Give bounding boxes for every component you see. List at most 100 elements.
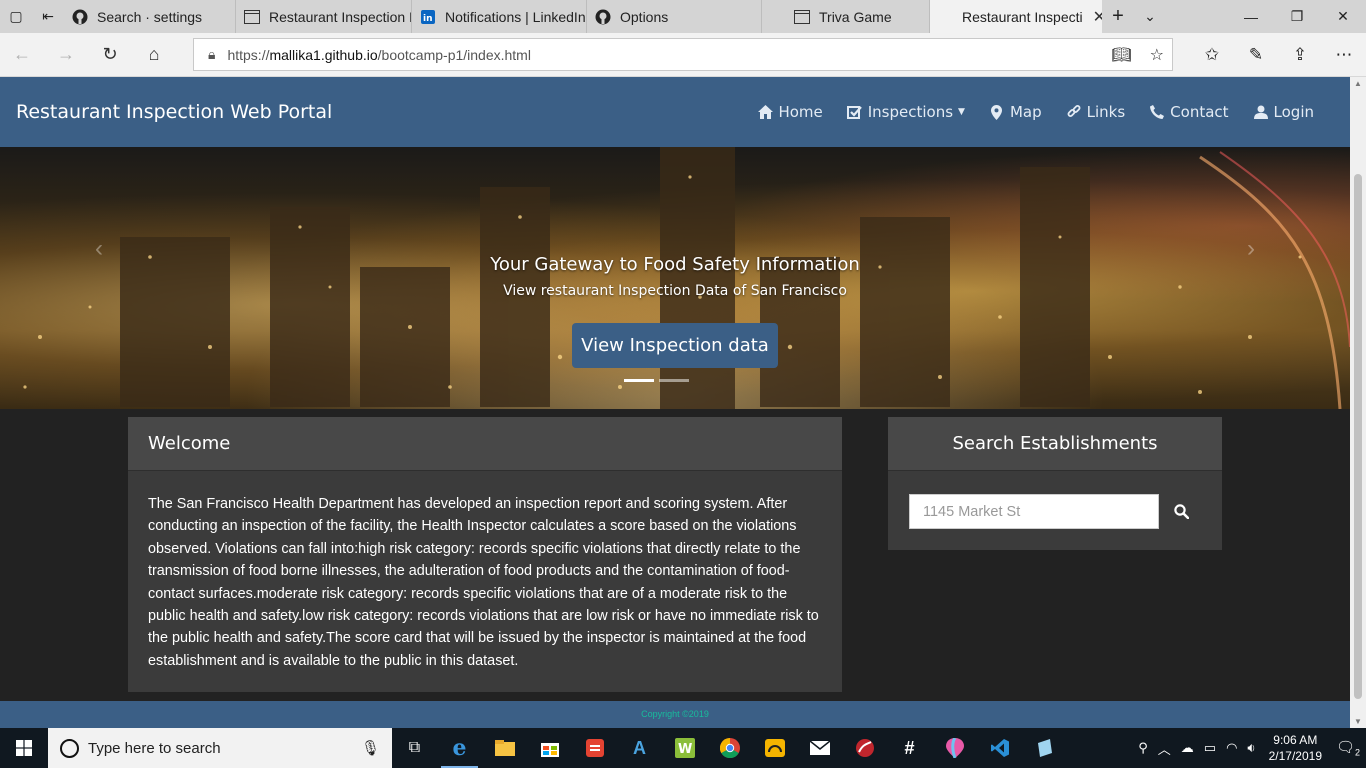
- nav-map[interactable]: Map: [977, 103, 1054, 121]
- taskbar-search-box[interactable]: Type here to search 🎙︎: [48, 728, 392, 768]
- tab-linkedin[interactable]: in Notifications | LinkedIn: [412, 0, 587, 33]
- set-aside-tabs-icon[interactable]: ⇤: [32, 0, 64, 33]
- welcome-heading: Welcome: [128, 417, 842, 471]
- forward-arrow-icon[interactable]: →: [44, 33, 88, 77]
- file-explorer-icon[interactable]: [482, 728, 527, 768]
- linkedin-icon: in: [420, 9, 436, 25]
- edge-browser-icon[interactable]: e: [437, 728, 482, 768]
- tab-trivia-game[interactable]: Triva Game: [762, 0, 930, 33]
- nav-home-label: Home: [778, 103, 823, 121]
- close-window-icon[interactable]: ✕: [1320, 0, 1366, 33]
- nav-login[interactable]: Login: [1241, 103, 1326, 121]
- lock-icon: 🔒︎: [208, 46, 216, 62]
- site-footer: Copyright ©2019: [0, 701, 1350, 728]
- link-icon: [1066, 104, 1082, 120]
- address-bar-row: ← → ↻ ⌂ 🔒︎ https://mallika1.github.io/bo…: [0, 33, 1366, 77]
- notification-count: 2: [1355, 747, 1361, 758]
- site-brand[interactable]: Restaurant Inspection Web Portal: [16, 101, 332, 123]
- show-hidden-icons-chevron-icon[interactable]: ︿: [1153, 739, 1176, 758]
- url-scheme: https://: [227, 46, 270, 63]
- store-icon[interactable]: [527, 728, 572, 768]
- microphone-icon[interactable]: 🎙︎: [361, 739, 380, 757]
- wifi-icon[interactable]: ◠: [1221, 740, 1242, 756]
- nav-contact[interactable]: Contact: [1137, 103, 1240, 121]
- welcome-text: The San Francisco Health Department has …: [148, 496, 819, 669]
- reading-view-icon[interactable]: 📖︎: [1111, 45, 1131, 65]
- wunderlist-icon[interactable]: W: [662, 728, 707, 768]
- github-icon: [595, 9, 611, 25]
- people-icon[interactable]: ⚲: [1133, 740, 1153, 756]
- tab-restaurant-inspection[interactable]: Restaurant Inspection D: [236, 0, 412, 33]
- chrome-icon[interactable]: [707, 728, 752, 768]
- page-scrollbar[interactable]: ▲ ▼: [1350, 77, 1366, 728]
- page-icon: [244, 9, 260, 25]
- search-icon[interactable]: [1164, 494, 1198, 529]
- svg-text:W: W: [678, 742, 692, 757]
- hero-subtitle: View restaurant Inspection Data of San F…: [503, 283, 847, 299]
- slack-icon[interactable]: #: [887, 728, 932, 768]
- nav-links: Home Inspections ▼ Map Links Contact Log…: [745, 103, 1326, 121]
- nav-contact-label: Contact: [1170, 103, 1229, 121]
- taskbar-search-placeholder: Type here to search: [88, 739, 221, 757]
- web-note-pen-icon[interactable]: ✎: [1234, 45, 1278, 65]
- refresh-icon[interactable]: ↻: [88, 33, 132, 77]
- vscode-icon[interactable]: [977, 728, 1022, 768]
- notepad-icon[interactable]: [1022, 728, 1067, 768]
- scroll-up-icon[interactable]: ▲: [1350, 79, 1366, 88]
- close-tab-icon[interactable]: ✕: [1093, 7, 1102, 27]
- more-menu-icon[interactable]: ⋯: [1322, 45, 1366, 65]
- tab-active-restaurant[interactable]: Restaurant Inspecti ✕: [930, 0, 1102, 33]
- nav-inspections-dropdown[interactable]: Inspections ▼: [835, 103, 977, 121]
- site-navbar: Restaurant Inspection Web Portal Home In…: [0, 77, 1350, 147]
- task-view-icon[interactable]: ⧉: [392, 728, 437, 768]
- scrollbar-thumb[interactable]: [1354, 174, 1362, 699]
- onedrive-cloud-icon[interactable]: ☁: [1176, 740, 1199, 756]
- favorites-hub-icon[interactable]: ✩: [1190, 45, 1234, 65]
- carousel-indicator-2[interactable]: [659, 379, 689, 382]
- hero-carousel: ‹ › Your Gateway to Food Safety Informat…: [0, 147, 1350, 409]
- checkbox-icon: [847, 104, 863, 120]
- restore-icon[interactable]: ❐: [1274, 0, 1320, 33]
- caret-down-icon: ▼: [958, 107, 965, 117]
- battery-icon[interactable]: ▭: [1199, 740, 1221, 756]
- tab-label: Triva Game: [819, 8, 892, 25]
- carousel-indicators: [624, 379, 689, 382]
- tab-label: Restaurant Inspecti: [962, 8, 1083, 25]
- nav-links-item[interactable]: Links: [1054, 103, 1138, 121]
- todoist-icon[interactable]: [572, 728, 617, 768]
- browser-tab-bar: ▢ ⇤ Search · settings Restaurant Inspect…: [0, 0, 1366, 33]
- clock-date: 2/17/2019: [1268, 749, 1322, 763]
- carousel-indicator-1[interactable]: [624, 379, 654, 382]
- tab-overview-icon[interactable]: ▢: [0, 0, 32, 33]
- map-marker-icon: [989, 104, 1005, 120]
- tab-github-search[interactable]: Search · settings: [64, 0, 236, 33]
- action-center-icon[interactable]: 🗨︎2: [1330, 738, 1366, 758]
- tab-label: Search · settings: [97, 8, 203, 25]
- home-icon[interactable]: ⌂: [132, 33, 176, 77]
- windows-start-icon[interactable]: [0, 728, 48, 768]
- nav-home[interactable]: Home: [745, 103, 834, 121]
- phone-icon: [1149, 104, 1165, 120]
- share-icon[interactable]: ⇪: [1278, 45, 1322, 65]
- minimize-icon[interactable]: —: [1228, 0, 1274, 33]
- tab-preview-chevron-icon[interactable]: ⌄: [1134, 8, 1166, 25]
- volume-icon[interactable]: 🔉︎: [1242, 740, 1260, 756]
- url-input[interactable]: 🔒︎ https://mallika1.github.io/bootcamp-p…: [193, 38, 1173, 71]
- azure-icon[interactable]: A: [617, 728, 662, 768]
- gauge-app-icon[interactable]: [752, 728, 797, 768]
- scroll-down-icon[interactable]: ▼: [1350, 717, 1366, 726]
- balloon-app-icon[interactable]: [932, 728, 977, 768]
- search-input[interactable]: [909, 494, 1159, 529]
- view-inspection-data-button[interactable]: View Inspection data: [572, 323, 778, 368]
- search-panel: Search Establishments: [888, 417, 1222, 550]
- favorite-star-icon[interactable]: ☆: [1150, 45, 1164, 65]
- red-app-icon[interactable]: [842, 728, 887, 768]
- back-arrow-icon[interactable]: ←: [0, 33, 44, 77]
- tab-label: Options: [620, 8, 669, 25]
- taskbar-clock[interactable]: 9:06 AM 2/17/2019: [1261, 732, 1330, 764]
- new-tab-icon[interactable]: +: [1102, 5, 1134, 28]
- url-path: /bootcamp-p1/index.html: [377, 46, 531, 63]
- windows-taskbar: Type here to search 🎙︎ ⧉ e A W # ⚲ ︿ ☁ ▭…: [0, 728, 1366, 768]
- tab-options[interactable]: Options: [587, 0, 762, 33]
- mail-icon[interactable]: [797, 728, 842, 768]
